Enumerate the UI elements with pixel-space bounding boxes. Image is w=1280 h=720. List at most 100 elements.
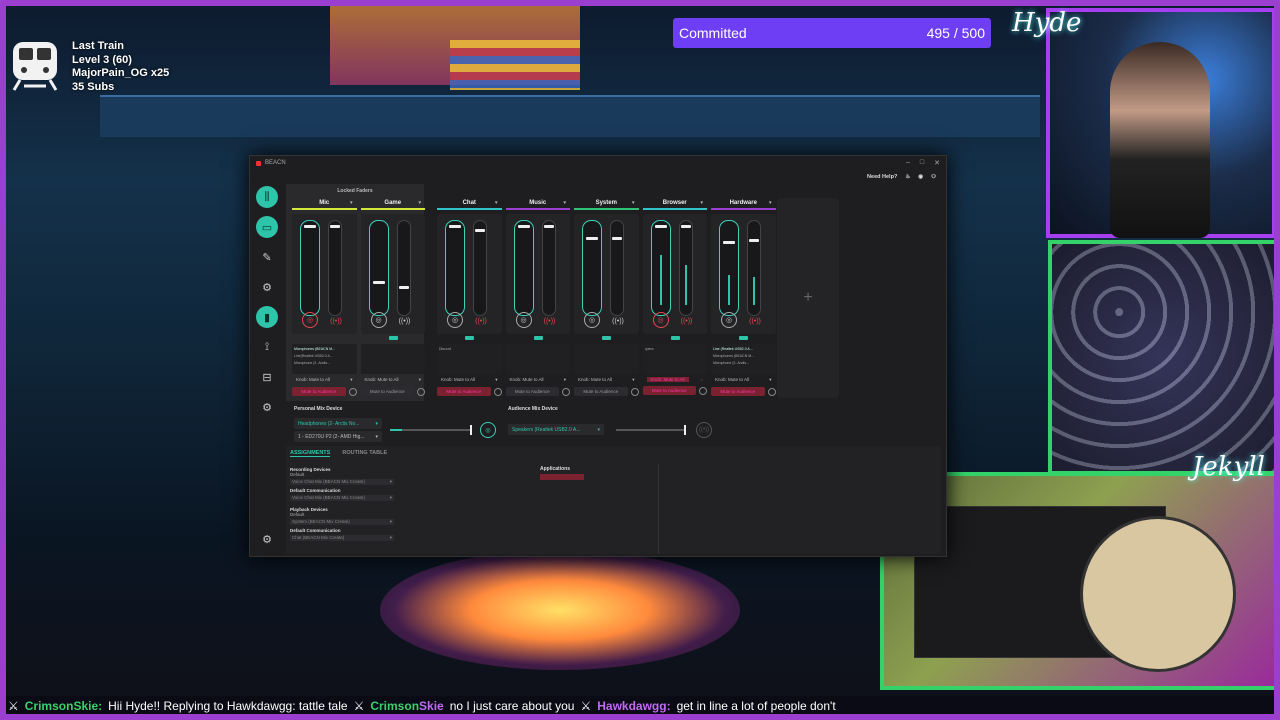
chevron-down-icon[interactable]: ▾ [564,377,566,383]
channel-header[interactable]: Hardware ▾ [709,198,778,208]
broadcast-icon[interactable]: ((•)) [696,422,712,438]
personal-fader[interactable] [719,220,739,316]
headphone-icon[interactable]: ◎ [370,312,387,328]
mute-toggle-icon[interactable] [630,387,639,396]
knob-control-label[interactable]: Knob: Mute to All [715,377,749,383]
audience-fader[interactable] [473,220,487,316]
headphone-icon[interactable]: ◎ [584,312,600,328]
mixer-nav-icon[interactable]: ⫼ [256,186,278,208]
app-settings-icon[interactable]: ⚙ [256,528,278,550]
fader-knob[interactable] [586,237,598,240]
fader-knob[interactable] [475,229,485,232]
mute-to-audience-button[interactable]: Mute to Audience [505,387,559,396]
chevron-down-icon[interactable]: ▾ [495,377,497,383]
fader-knob[interactable] [330,225,340,228]
audience-fader[interactable] [747,220,761,316]
fader-knob[interactable] [517,225,530,228]
tab-routing-table[interactable]: ROUTING TABLE [342,450,387,457]
mute-to-audience-button[interactable]: Mute to Audience [292,387,346,396]
chevron-down-icon[interactable]: ▾ [419,377,421,383]
knob-control-label[interactable]: Knob: Mute to All [646,377,689,382]
broadcast-icon[interactable]: ((•)) [611,314,625,328]
add-channel-button[interactable]: + [777,198,839,398]
channel-header[interactable]: Chat ▾ [435,198,504,208]
device-nav-icon[interactable]: ▭ [256,216,278,238]
audience-fader[interactable] [396,220,411,316]
knob-control-label[interactable]: Knob: Mute to All [441,377,475,383]
mute-to-audience-button[interactable]: Mute to Audience [574,387,628,396]
personal-fader[interactable] [513,220,534,316]
routing-nav-icon[interactable]: ⊟ [256,366,278,388]
slider-handle[interactable] [470,425,472,435]
channel-header[interactable]: System ▾ [572,198,641,208]
source-item[interactable]: Microphones (BEACN M... [713,353,774,360]
gear-nav-icon[interactable]: ⚙ [256,396,278,418]
mute-toggle-icon[interactable] [767,387,776,396]
mute-to-audience-button[interactable]: Mute to Audience [711,387,765,396]
broadcast-mute-icon[interactable]: ((•)) [680,314,694,328]
mic-nav-icon[interactable]: ▮ [256,306,278,328]
need-help-link[interactable]: Need Help? [867,174,897,180]
mute-toggle-icon[interactable] [562,387,570,396]
mute-toggle-icon[interactable] [348,387,357,396]
mute-toggle-icon[interactable]: ◌ [700,377,703,382]
chevron-down-icon[interactable]: ▾ [632,377,634,383]
settings-nav-icon[interactable]: ⚙ [256,276,278,298]
mute-to-audience-button[interactable]: Mute to Audience [437,387,491,396]
source-item[interactable]: Microphone (2- Arctis... [294,360,355,367]
channel-header[interactable]: Music ▾ [504,198,573,208]
edit-nav-icon[interactable]: ✎ [256,246,278,268]
source-item[interactable]: opera [645,346,706,353]
broadcast-mute-icon[interactable]: ((•)) [543,314,557,328]
source-item[interactable]: Line (Realtek USB2.0 A... [713,346,774,353]
fader-knob[interactable] [612,237,622,240]
personal-mix-select[interactable]: Headphones (2- Arctis No... ▾ [294,418,382,429]
slider-handle[interactable] [684,425,686,435]
chevron-down-icon[interactable]: ▾ [632,200,635,206]
personal-volume-slider[interactable] [390,425,472,435]
audience-fader[interactable] [328,220,342,316]
fader-knob[interactable] [654,225,667,228]
headphone-icon[interactable]: ◎ [721,312,737,328]
fader-knob[interactable] [543,225,554,228]
fader-knob[interactable] [723,241,735,244]
audience-mix-select[interactable]: Speakers (Realtek USB2.0 A... ▾ [508,424,604,435]
user-icon[interactable]: ⚇ [931,174,936,180]
personal-fader[interactable] [445,220,465,316]
chevron-down-icon[interactable]: ▾ [350,200,353,206]
application-item[interactable] [540,474,584,480]
knob-control-label[interactable]: Knob: Mute to All [578,377,612,383]
personal-fader[interactable] [650,220,671,316]
personal-fader[interactable] [300,220,320,316]
playback-comm-select[interactable]: Chat (BEACN Mix Create) ▾ [290,535,394,541]
channel-header[interactable]: Mic ▾ [290,198,359,208]
broadcast-nav-icon[interactable]: ⟟ [256,336,278,358]
fader-knob[interactable] [680,225,691,228]
source-item[interactable]: Microphones (BEACN M... [294,346,355,353]
knob-control-label[interactable]: Knob: Mute to All [365,377,399,383]
source-item[interactable]: Line(Realtek USB2.0 A... [294,353,355,360]
mute-to-audience-button[interactable]: Mute to Audience [360,387,414,396]
personal-fader[interactable] [368,220,389,316]
channel-header[interactable]: Browser ▾ [641,198,710,208]
headphone-icon[interactable]: ◎ [447,312,463,328]
broadcast-mute-icon[interactable]: ((•)) [329,314,343,328]
channel-header[interactable]: Game ▾ [359,198,428,208]
recording-comm-select[interactable]: Voice Chat Mix (BEACN Mix Create) ▾ [290,495,394,501]
audience-fader[interactable] [678,220,693,316]
close-icon[interactable]: ✕ [934,159,940,167]
audience-volume-slider[interactable] [616,425,686,435]
audience-fader[interactable] [610,220,624,316]
mute-toggle-icon[interactable] [493,387,502,396]
fader-knob[interactable] [372,281,385,284]
beacn-window[interactable]: BEACN – □ ✕ Need Help? ♨ ◉ ⚇ ⫼ ▭ ✎ ⚙ ▮ ⟟… [249,155,947,557]
mute-toggle-icon[interactable] [699,386,707,395]
chevron-down-icon[interactable]: ▾ [495,200,498,206]
source-item[interactable]: Microphone (2- Arctis... [713,360,774,367]
chevron-down-icon[interactable]: ▾ [418,200,421,206]
personal-fader[interactable] [582,220,602,316]
chevron-down-icon[interactable]: ▾ [700,200,703,206]
knob-control-label[interactable]: Knob: Mute to All [510,377,544,383]
personal-mix-select-2[interactable]: 1 - ED270U P2 (2- AMD Hig... ▾ [294,431,382,442]
headphone-icon[interactable]: ◎ [515,312,532,328]
